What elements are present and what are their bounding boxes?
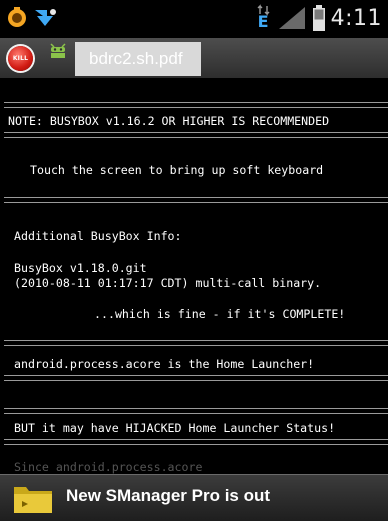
terminal-touch-hint: Touch the screen to bring up soft keyboa… <box>30 163 324 177</box>
separator <box>4 197 388 203</box>
status-left-icons <box>6 6 58 30</box>
separator <box>4 439 388 445</box>
status-right-icons: E 4:11 <box>257 4 382 32</box>
tab-file[interactable]: bdrc2.sh.pdf <box>75 42 201 76</box>
signal-icon <box>278 7 305 29</box>
terminal-home-launcher: android.process.acore is the Home Launch… <box>14 357 315 371</box>
notification-toast[interactable]: New SManager Pro is out <box>0 474 388 521</box>
battery-icon <box>312 5 325 31</box>
terminal-busybox-build: (2010-08-11 01:17:17 CDT) multi-call bin… <box>14 276 322 290</box>
clock: 4:11 <box>330 5 382 31</box>
terminal-fine: ...which is fine - if it's COMPLETE! <box>94 307 346 321</box>
separator <box>4 375 388 381</box>
separator <box>4 132 388 138</box>
network-type-label: E <box>257 12 269 31</box>
separator <box>4 102 388 108</box>
terminal-busybox-version: BusyBox v1.18.0.git <box>14 261 147 275</box>
download-arrow-icon <box>35 9 56 26</box>
terminal-additional-info: Additional BusyBox Info: <box>14 229 182 243</box>
terminal-hijacked: BUT it may have HIJACKED Home Launcher S… <box>14 421 336 435</box>
kill-label: KILL <box>12 55 29 62</box>
data-arrows-icon: E <box>257 4 271 32</box>
separator <box>4 340 388 346</box>
notification-app-icon <box>8 7 26 27</box>
kill-button[interactable]: KILL <box>8 46 33 71</box>
status-bar: E 4:11 <box>0 0 388 38</box>
terminal-output[interactable]: NOTE: BUSYBOX v1.16.2 OR HIGHER IS RECOM… <box>0 78 388 478</box>
folder-icon <box>14 487 52 513</box>
terminal-faded-line: Since android.process.acore <box>14 460 203 474</box>
android-icon[interactable] <box>48 42 68 60</box>
terminal-note: NOTE: BUSYBOX v1.16.2 OR HIGHER IS RECOM… <box>8 114 330 128</box>
toast-message: New SManager Pro is out <box>66 486 271 505</box>
separator <box>4 408 388 414</box>
